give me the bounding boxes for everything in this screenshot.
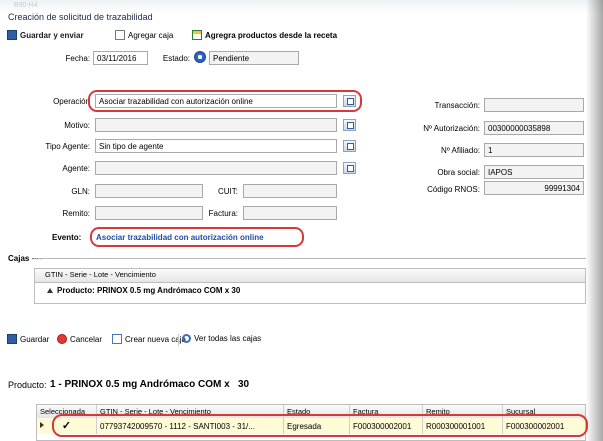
agente-picker-button[interactable] [343,162,356,174]
remito-field[interactable] [95,206,203,220]
motivo-field[interactable] [95,118,337,132]
cajas-divider [38,258,586,259]
remito-label: Remito: [62,209,90,218]
view-all-boxes-button[interactable]: Ver todas las cajas [182,334,261,343]
expand-triangle-icon[interactable] [47,288,53,293]
fecha-field[interactable]: 03/11/2016 [93,51,148,65]
afiliado-field[interactable]: 1 [484,143,584,157]
add-box-button[interactable]: Agregar caja [115,30,173,40]
window-ghost-title: B90-H4 [14,2,38,9]
obra-social-label: Obra social: [437,168,480,177]
evento-highlight [90,227,304,247]
tipo-agente-picker-button[interactable] [343,140,356,152]
view-all-label: Ver todas las cajas [194,334,262,343]
gln-field[interactable] [95,184,203,198]
estado-label: Estado: [162,54,190,63]
add-products-button[interactable]: Agregra productos desde la receta [192,30,337,40]
gln-label: GLN: [71,187,90,196]
factura-field[interactable] [243,206,337,220]
agente-field[interactable] [95,161,337,175]
add-products-label: Agregra productos desde la receta [205,30,338,40]
floppy-icon [7,334,17,344]
status-icon [194,51,206,63]
fecha-label: Fecha: [65,54,90,63]
autorizacion-label: Nº Autorización: [423,124,480,133]
transaccion-label: Transacción: [434,101,481,110]
agente-label: Agente: [62,164,90,173]
new-box-button[interactable]: Crear nueva caja [112,334,186,344]
toolbar-separator [178,334,179,346]
cajas-group-row-text: Producto: PRINOX 0.5 mg Andrómaco COM x … [57,286,241,295]
new-document-icon [112,334,122,344]
cajas-grid: GTIN - Serie - Lote - Vencimiento Produc… [34,268,586,304]
cajas-group-row[interactable]: Producto: PRINOX 0.5 mg Andrómaco COM x … [35,282,585,303]
afiliado-label: Nº Afiliado: [441,146,480,155]
product-label: Producto: [8,380,47,390]
window-shadow-right [586,0,603,441]
save-label: Guardar [20,334,50,344]
tipo-agente-field[interactable]: Sin tipo de agente [95,139,337,153]
operacion-highlight [88,90,362,112]
rnos-field[interactable]: 99991304 [484,181,584,195]
window-title: Creación de solicitud de trazabilidad [8,12,153,22]
factura-label: Factura: [208,209,238,218]
estado-field: Pendiente [209,51,299,65]
save-button[interactable]: Guardar [7,334,49,344]
motivo-label: Motivo: [64,121,90,130]
cajas-grid-header-text: GTIN - Serie - Lote - Vencimiento [45,270,156,279]
operacion-label: Operación [53,97,90,106]
document-icon [115,30,125,40]
save-send-label: Guardar y enviar [20,30,84,40]
cuit-field[interactable] [243,184,337,198]
add-box-label: Agregar caja [128,30,174,40]
cajas-title-text: Cajas [8,254,30,263]
cancel-label: Cancelar [70,334,103,344]
motivo-picker-button[interactable] [343,119,356,131]
search-icon [182,334,191,343]
table-icon [192,30,202,40]
product-value: 1 - PRINOX 0.5 mg Andrómaco COM x 30 [50,379,250,390]
row-indicator-icon [40,422,44,428]
cancel-icon [57,334,67,344]
obra-social-field[interactable]: IAPOS [484,165,584,179]
save-send-button[interactable]: Guardar y enviar [7,30,84,40]
row-highlight [52,414,588,437]
tipo-agente-label: Tipo Agente: [45,142,90,151]
autorizacion-field[interactable]: 00300000035898 [484,121,584,135]
new-box-label: Crear nueva caja [125,334,186,344]
cancel-button[interactable]: Cancelar [57,334,102,344]
rnos-label: Código RNOS: [427,185,480,194]
cuit-label: CUIT: [218,187,238,196]
transaccion-field[interactable] [484,98,584,112]
evento-label: Evento: [52,233,82,242]
floppy-icon [7,30,17,40]
cajas-grid-header: GTIN - Serie - Lote - Vencimiento [35,269,585,283]
